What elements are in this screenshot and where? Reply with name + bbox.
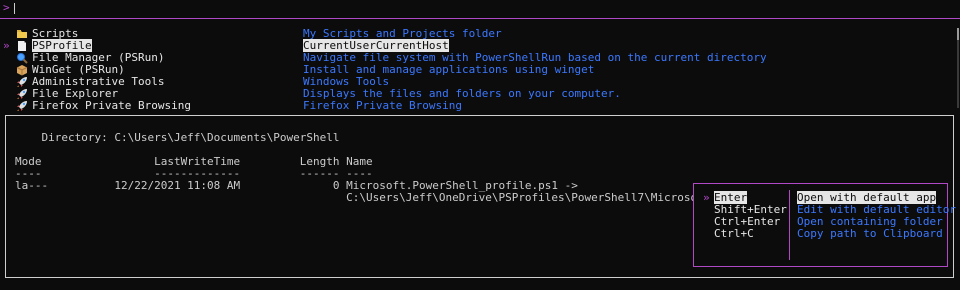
result-description: Firefox Private Browsing <box>303 99 462 112</box>
preview-directory: Directory: C:\Users\Jeff\Documents\Power… <box>15 131 340 144</box>
selection-chevron: » <box>703 191 710 204</box>
preview-table-row-target: C:\Users\Jeff\OneDrive\PSProfiles\PowerS… <box>15 191 777 204</box>
rocket-icon <box>16 76 28 88</box>
rocket-icon <box>16 88 28 100</box>
folder-icon <box>16 28 28 40</box>
prompt-chevron: > <box>3 1 10 14</box>
results-scrollbar[interactable] <box>957 28 959 108</box>
search-input[interactable] <box>18 1 918 15</box>
search-divider <box>0 18 960 19</box>
result-item-firefox-private-browsing[interactable]: Firefox Private Browsing Firefox Private… <box>0 99 955 112</box>
scrollbar-thumb[interactable] <box>957 28 959 40</box>
package-icon <box>16 64 28 76</box>
magnifier-icon <box>16 52 28 64</box>
action-label: Copy path to Clipboard <box>797 227 943 240</box>
action-key: Ctrl+C <box>714 227 754 240</box>
selection-chevron: » <box>3 39 10 52</box>
document-icon <box>16 40 28 52</box>
action-copy-path[interactable]: Ctrl+C Copy path to Clipboard <box>694 227 946 240</box>
text-cursor <box>14 3 15 14</box>
search-bar[interactable]: > <box>0 0 960 17</box>
action-menu: » Enter Open with default app Shift+Ente… <box>693 183 956 267</box>
rocket-icon <box>16 100 28 112</box>
result-name: Firefox Private Browsing <box>32 99 191 112</box>
result-item-scripts[interactable]: Scripts My Scripts and Projects folder <box>0 27 955 40</box>
